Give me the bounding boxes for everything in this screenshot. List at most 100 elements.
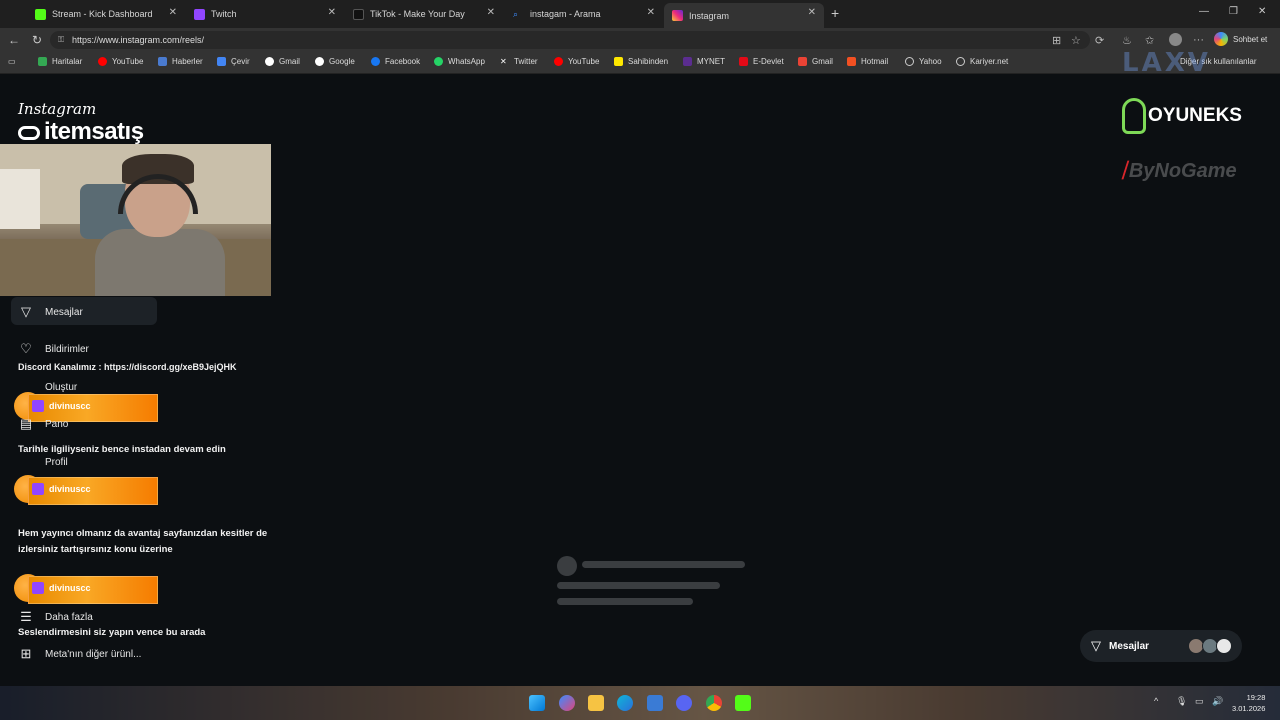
tab-instagram-search[interactable]: ⌕ instagam - Arama ✕ <box>505 3 663 25</box>
edevlet-icon <box>739 57 748 66</box>
bookmark-yahoo[interactable]: Yahoo <box>905 57 942 66</box>
tray-overflow-icon[interactable]: ^ <box>1154 696 1158 706</box>
close-window-icon[interactable]: ✕ <box>1258 6 1266 17</box>
bookmark-label: E-Devlet <box>753 57 784 66</box>
tiktok-icon <box>353 8 364 20</box>
twitch-icon <box>32 400 44 412</box>
site-info-icon[interactable]: ⚿ <box>58 31 64 49</box>
reload-icon[interactable]: ↻ <box>32 33 42 47</box>
performance-icon[interactable]: ♨ <box>1122 34 1132 47</box>
oyuneks-wordmark: OYUNEKS <box>1148 105 1242 126</box>
chat-username: divinuscc <box>49 401 91 411</box>
nav-create-label: Oluştur <box>45 381 78 393</box>
profile-avatar[interactable] <box>1169 33 1182 46</box>
tab-instagram[interactable]: Instagram ✕ <box>664 3 824 28</box>
bookmark-haberler[interactable]: Haberler <box>158 57 203 66</box>
bookmark-youtube[interactable]: YouTube <box>98 57 143 66</box>
bookmark-gmail-2[interactable]: Gmail <box>798 57 833 66</box>
bookmark-label: Haritalar <box>52 57 83 66</box>
nav-notifications[interactable]: ♡ Bildirimler <box>18 341 89 357</box>
favorite-star-icon[interactable]: ☆ <box>1071 34 1081 47</box>
edge-icon[interactable] <box>617 695 633 711</box>
dashboard-icon: ▤ <box>19 416 33 431</box>
maps-icon <box>38 57 47 66</box>
google-icon <box>265 57 274 66</box>
minimize-icon[interactable]: — <box>1199 6 1209 17</box>
kick-icon[interactable] <box>735 695 751 711</box>
nav-profile[interactable]: Profil <box>18 454 68 470</box>
bookmark-mynet[interactable]: MYNET <box>683 57 725 66</box>
discord-icon[interactable] <box>676 695 692 711</box>
bookmark-label: Gmail <box>279 57 300 66</box>
nav-messages[interactable]: ▽ Mesajlar <box>18 304 83 320</box>
chat-badge-bar <box>28 477 158 505</box>
nav-dashboard[interactable]: ▤ Pano <box>18 416 69 432</box>
bookmark-kariyer[interactable]: Kariyer.net <box>956 57 1008 66</box>
new-tab-icon[interactable]: + <box>831 5 839 21</box>
instagram-page: Instagram itemsatış ▽ Mesajlar ♡ Bildiri… <box>0 74 1280 686</box>
back-icon[interactable]: ← <box>8 33 20 47</box>
close-icon[interactable]: ✕ <box>487 7 495 18</box>
bookmark-facebook[interactable]: Facebook <box>371 57 420 66</box>
store-icon[interactable] <box>647 695 663 711</box>
bookmark-gmail[interactable]: Gmail <box>265 57 300 66</box>
url-field[interactable]: ⚿ https://www.instagram.com/reels/ <box>50 31 1090 49</box>
nav-messages-label: Mesajlar <box>45 306 83 318</box>
tab-actions-icon[interactable]: ▭ <box>8 57 16 66</box>
more-menu-icon[interactable]: ··· <box>1193 34 1204 46</box>
bookmark-youtube-2[interactable]: YouTube <box>554 57 599 66</box>
apps-icon[interactable]: ⊞ <box>1052 34 1061 47</box>
messages-icon: ▽ <box>1091 638 1101 653</box>
copilot-icon[interactable] <box>559 695 575 711</box>
bookmark-label: Yahoo <box>919 57 942 66</box>
volume-icon[interactable]: 🔊 <box>1212 696 1223 707</box>
chat-message: Hem yayıncı olmanız da avantaj sayfanızd… <box>18 528 268 555</box>
bookmark-whatsapp[interactable]: WhatsApp <box>434 57 485 66</box>
file-explorer-icon[interactable] <box>588 695 604 711</box>
network-icon[interactable]: ▭ <box>1195 696 1204 707</box>
bookmark-cevir[interactable]: Çevir <box>217 57 250 66</box>
nav-profile-label: Profil <box>45 456 68 468</box>
nav-more[interactable]: ☰ Daha fazla <box>18 609 93 625</box>
extensions-icon[interactable]: ⟳ <box>1095 34 1104 47</box>
search-icon: ⌕ <box>513 8 519 19</box>
tab-bar: Stream - Kick Dashboard ✕ Twitch ✕ TikTo… <box>0 0 1280 28</box>
bookmark-label: Kariyer.net <box>970 57 1009 66</box>
bookmark-hotmail[interactable]: Hotmail <box>847 57 888 66</box>
tab-kick-dashboard[interactable]: Stream - Kick Dashboard ✕ <box>27 3 185 25</box>
bookmark-label: Haberler <box>172 57 203 66</box>
bookmark-twitter[interactable]: ✕ Twitter <box>500 57 538 66</box>
skeleton-line <box>557 582 720 589</box>
messages-popup-button[interactable]: ▽ Mesajlar <box>1080 630 1242 662</box>
twitch-icon <box>194 8 205 20</box>
close-icon[interactable]: ✕ <box>808 7 816 18</box>
close-icon[interactable]: ✕ <box>647 7 655 18</box>
start-icon[interactable] <box>529 695 545 711</box>
close-icon[interactable]: ✕ <box>328 7 336 18</box>
bookmark-label: WhatsApp <box>448 57 485 66</box>
chrome-icon[interactable] <box>706 695 722 711</box>
itemsatis-ring-icon <box>18 125 40 140</box>
bookmark-label: Çevir <box>231 57 250 66</box>
clock[interactable]: 19:28 3.01.2026 <box>1232 692 1265 714</box>
bookmark-edevlet[interactable]: E-Devlet <box>739 57 784 66</box>
tab-twitch[interactable]: Twitch ✕ <box>186 3 344 25</box>
bookmark-haritalar[interactable]: Haritalar <box>38 57 82 66</box>
webcam-overlay <box>0 144 271 296</box>
bookmark-sahibinden[interactable]: Sahibinden <box>614 57 668 66</box>
favorites-icon[interactable]: ✩ <box>1145 34 1154 47</box>
bookmark-google[interactable]: Google <box>315 57 355 66</box>
nav-meta[interactable]: ⊞ Meta'nın diğer ürünl... <box>18 646 142 662</box>
instagram-logo[interactable]: Instagram <box>18 100 96 118</box>
copilot-chat-button[interactable]: Sohbet et <box>1214 32 1267 46</box>
copilot-icon <box>1214 32 1228 46</box>
mic-icon[interactable]: 🎙 <box>1176 696 1187 707</box>
facebook-icon <box>371 57 380 66</box>
bookmark-label: Hotmail <box>861 57 889 66</box>
chat-badge-bar <box>28 576 158 604</box>
close-icon[interactable]: ✕ <box>169 7 177 18</box>
profile-icon <box>18 454 34 470</box>
chat-message-discord: Discord Kanalımız : https://discord.gg/x… <box>18 362 237 372</box>
tab-tiktok[interactable]: TikTok - Make Your Day ✕ <box>345 3 503 25</box>
maximize-icon[interactable]: ❐ <box>1229 6 1238 17</box>
